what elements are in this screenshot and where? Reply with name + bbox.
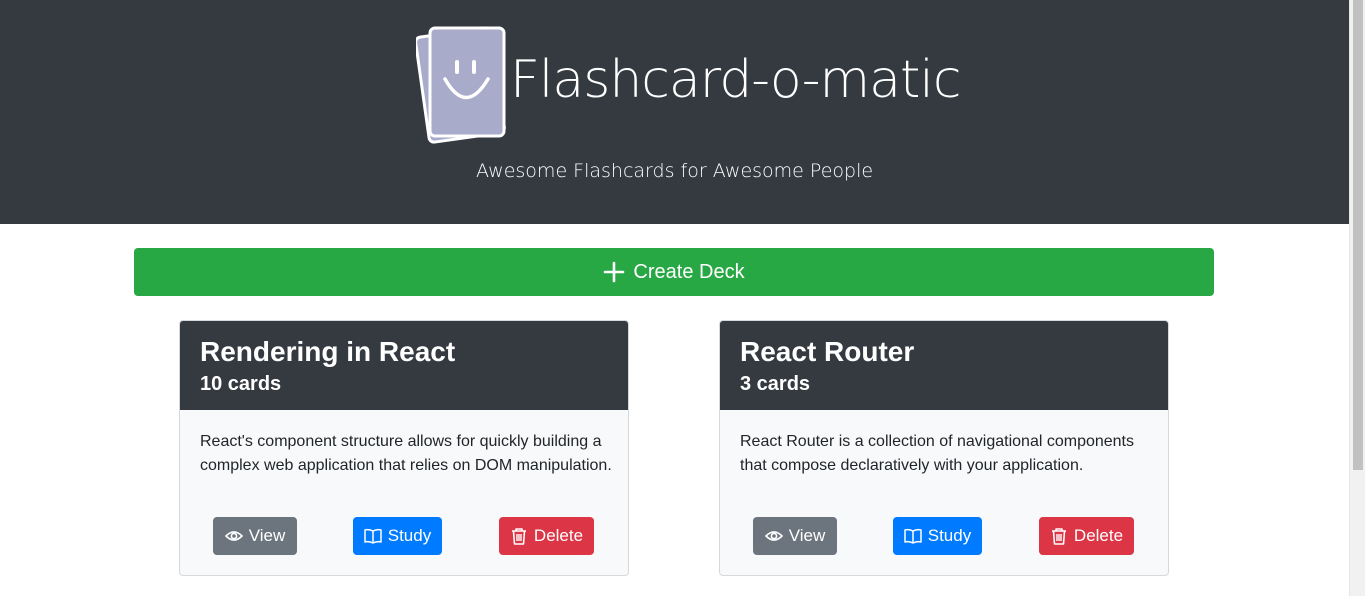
delete-button[interactable]: Delete	[499, 517, 594, 555]
view-label: View	[248, 526, 286, 545]
deck-card: Rendering in React 10 cards React's comp…	[179, 320, 629, 576]
eye-icon	[224, 531, 243, 541]
scrollbar-thumb[interactable]	[1353, 0, 1363, 470]
smiley-flashcard-icon	[416, 26, 506, 144]
deck-name: React Router	[740, 336, 915, 367]
delete-button[interactable]: Delete	[1039, 517, 1134, 555]
deck-card-header: Rendering in React 10 cards	[180, 321, 628, 410]
deck-card: React Router 3 cards React Router is a c…	[719, 320, 1169, 576]
study-button[interactable]: Study	[353, 517, 442, 555]
view-button[interactable]: View	[753, 517, 837, 555]
plus-icon	[604, 261, 625, 283]
deck-card-count: 3 cards	[740, 373, 811, 395]
delete-label: Delete	[1073, 526, 1124, 545]
deck-card-header: React Router 3 cards	[720, 321, 1168, 410]
delete-label: Delete	[533, 526, 584, 545]
book-icon	[364, 528, 382, 544]
create-deck-button[interactable]: Create Deck	[134, 248, 1214, 296]
page-scrollbar[interactable]	[1349, 0, 1365, 596]
app-header: Flashcard-o-matic Awesome Flashcards for…	[0, 0, 1349, 224]
trash-icon	[511, 528, 526, 545]
deck-card-count: 10 cards	[200, 373, 282, 395]
trash-icon	[1051, 528, 1066, 545]
deck-description: React Router is a collection of navigati…	[740, 433, 1134, 474]
app-title: Flashcard-o-matic	[510, 50, 961, 110]
view-label: View	[788, 526, 826, 545]
study-label: Study	[927, 526, 972, 545]
eye-icon	[764, 531, 783, 541]
app-subtitle: Awesome Flashcards for Awesome People	[475, 160, 874, 182]
deck-description: React's component structure allows for q…	[200, 433, 612, 474]
study-label: Study	[387, 526, 432, 545]
deck-name: Rendering in React	[200, 336, 456, 367]
study-button[interactable]: Study	[893, 517, 982, 555]
create-deck-label: Create Deck	[633, 260, 745, 283]
book-icon	[904, 528, 922, 544]
view-button[interactable]: View	[213, 517, 297, 555]
